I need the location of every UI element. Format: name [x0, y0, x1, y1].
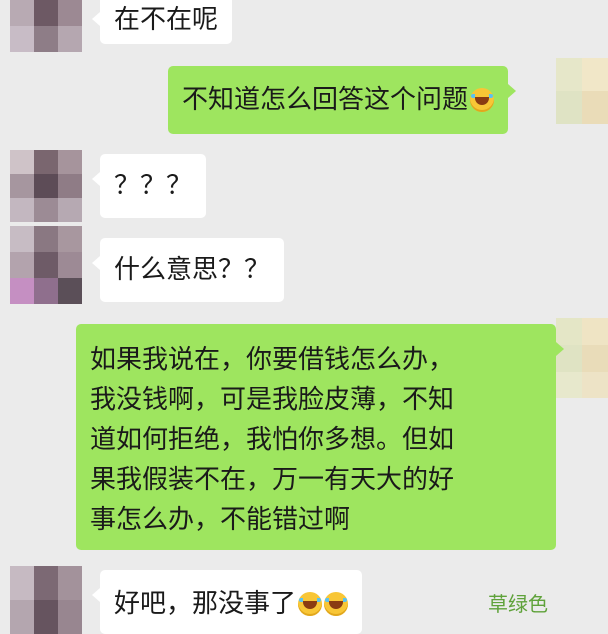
message-text: 在不在呢 [114, 5, 219, 35]
message-bubble-received[interactable]: ？？？ [91, 154, 207, 218]
message-text: 什么意思？？ [114, 255, 271, 285]
message-bubble-received[interactable]: 好吧，那没事了 [91, 570, 363, 634]
face-with-tears-of-joy-icon [324, 592, 349, 616]
message-text-line: 果我假装不在，万一有天大的好 [90, 465, 455, 495]
message-text-line: 道如何拒绝，我怕你多想。但如 [90, 425, 455, 455]
message-text-line: 事怎么办，不能错过啊 [90, 505, 351, 535]
message-bubble-sent[interactable]: 如果我说在，你要借钱怎么办， 我没钱啊，可是我脸皮薄，不知 道如何拒绝，我怕你多… [76, 324, 564, 550]
message-text: 好吧，那没事了 [114, 584, 349, 624]
my-avatar[interactable] [556, 58, 608, 124]
message-text: 不知道怎么回答这个问题 [182, 80, 495, 120]
face-with-tears-of-joy-icon [298, 592, 323, 616]
message-text: ？？？ [114, 171, 193, 201]
contact-avatar[interactable] [10, 226, 82, 304]
face-with-tears-of-joy-icon [470, 88, 495, 112]
contact-avatar[interactable] [10, 150, 82, 222]
message-bubble-received[interactable]: 什么意思？？ [91, 238, 285, 302]
message-text-line: 如果我说在，你要借钱怎么办， [90, 345, 455, 375]
watermark-text: 草绿色 [488, 592, 548, 616]
message-text-line: 我没钱啊，可是我脸皮薄，不知 [90, 385, 455, 415]
contact-avatar[interactable] [10, 566, 82, 634]
my-avatar[interactable] [556, 318, 608, 398]
contact-avatar[interactable] [10, 0, 82, 52]
message-bubble-received[interactable]: 在不在呢 [91, 0, 233, 44]
message-bubble-sent[interactable]: 不知道怎么回答这个问题 [168, 66, 517, 134]
